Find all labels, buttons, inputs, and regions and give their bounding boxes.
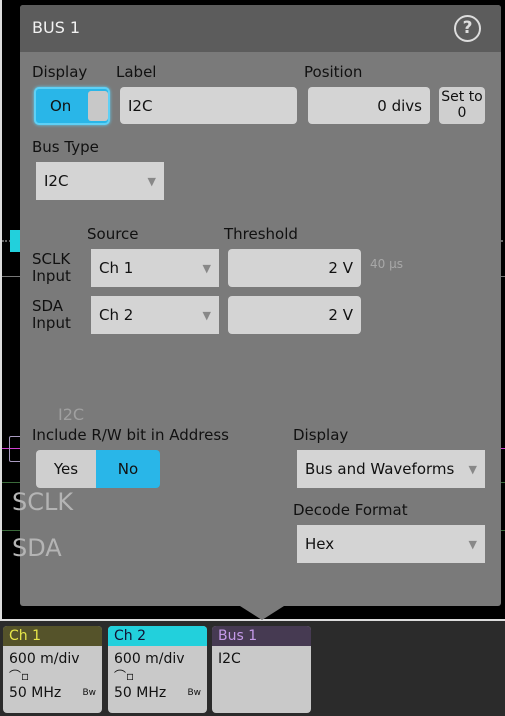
panel-header: BUS 1 ? <box>20 5 501 52</box>
bandwidth-limit-icon: Bw <box>187 688 201 698</box>
sda-threshold-input[interactable]: 2 V <box>228 296 361 334</box>
source-header: Source <box>87 225 139 243</box>
sda-trace-label: SDA <box>12 534 62 562</box>
chevron-down-icon: ▼ <box>468 462 477 476</box>
rw-yes-button[interactable]: Yes <box>36 450 96 488</box>
chevron-down-icon: ▼ <box>202 261 211 275</box>
ch1-badge[interactable]: Ch 1 600 m/div ⌒▫ 50 MHz Bw <box>3 626 102 713</box>
ch2-title: Ch 2 <box>108 626 207 646</box>
probe-icon: ⌒▫ <box>9 669 30 683</box>
bus1-title: Bus 1 <box>212 626 311 646</box>
threshold-header: Threshold <box>224 225 298 243</box>
bus-type-label: Bus Type <box>32 138 99 156</box>
position-label: Position <box>304 63 363 81</box>
label-input[interactable]: I2C <box>120 87 297 124</box>
decode-format-value: Hex <box>305 535 335 553</box>
decode-format-label: Decode Format <box>293 501 408 519</box>
probe-icon: ⌒▫ <box>114 669 135 683</box>
sda-input-label: SDA Input <box>32 297 71 332</box>
rw-bit-label: Include R/W bit in Address <box>32 426 229 444</box>
sda-source-value: Ch 2 <box>99 306 134 324</box>
chevron-down-icon: ▼ <box>202 308 211 322</box>
panel-pointer <box>240 606 284 620</box>
rw-bit-toggle: Yes No <box>36 450 160 488</box>
ch2-bandwidth: 50 MHz <box>114 685 167 701</box>
display-mode-label: Display <box>293 426 349 444</box>
bus-trace-label: I2C <box>58 405 85 424</box>
ch2-scale: 600 m/div <box>114 651 185 667</box>
bus1-type: I2C <box>218 651 241 667</box>
bus-config-panel: BUS 1 ? Display Label Position On I2C 0 … <box>20 5 501 606</box>
position-input[interactable]: 0 divs <box>308 87 430 124</box>
ch2-badge[interactable]: Ch 2 600 m/div ⌒▫ 50 MHz Bw <box>108 626 207 713</box>
display-mode-select[interactable]: Bus and Waveforms ▼ <box>297 450 485 488</box>
bus1-badge[interactable]: Bus 1 I2C <box>212 626 311 713</box>
toggle-state: On <box>50 97 72 115</box>
bus-type-select[interactable]: I2C ▼ <box>36 162 164 200</box>
time-label: 40 µs <box>370 257 403 271</box>
display-mode-value: Bus and Waveforms <box>305 460 455 478</box>
bus-type-value: I2C <box>44 172 69 190</box>
panel-title: BUS 1 <box>32 18 81 37</box>
chevron-down-icon: ▼ <box>468 537 477 551</box>
sclk-threshold-input[interactable]: 2 V <box>228 249 361 287</box>
rw-no-button[interactable]: No <box>96 450 160 488</box>
bandwidth-limit-icon: Bw <box>82 688 96 698</box>
help-circle-icon[interactable]: ? <box>454 15 481 42</box>
label-label: Label <box>116 63 157 81</box>
sda-source-select[interactable]: Ch 2 ▼ <box>91 296 219 334</box>
ch1-title: Ch 1 <box>3 626 102 646</box>
ch1-scale: 600 m/div <box>9 651 80 667</box>
sclk-trace-label: SCLK <box>12 488 74 516</box>
set-to-zero-button[interactable]: Set to 0 <box>439 87 485 124</box>
chevron-down-icon: ▼ <box>147 174 156 188</box>
sclk-source-select[interactable]: Ch 1 ▼ <box>91 249 219 287</box>
decode-format-select[interactable]: Hex ▼ <box>297 525 485 563</box>
toggle-knob <box>88 91 108 121</box>
ch1-bandwidth: 50 MHz <box>9 685 62 701</box>
display-toggle[interactable]: On <box>34 87 110 125</box>
display-label: Display <box>32 63 88 81</box>
sclk-input-label: SCLK Input <box>32 250 71 285</box>
sclk-source-value: Ch 1 <box>99 259 134 277</box>
